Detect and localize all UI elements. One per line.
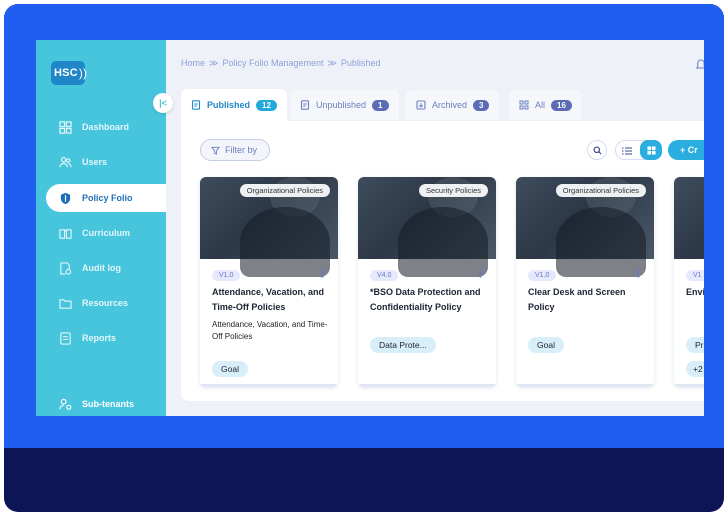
sidebar-item-users[interactable]: Users [36,148,166,176]
grid-icon [519,100,529,110]
published-doc-icon [191,100,201,110]
version-badge: V1.0 [212,270,241,281]
logo-mark: )) [78,66,88,80]
sidebar: HSC)) Dashboard Users Policy Folio Curri [36,40,166,416]
category-tag: Security Policies [418,184,488,197]
sidebar-item-label: Reports [82,333,117,343]
more-options-icon[interactable]: ⋮ [633,269,644,280]
card-description: Attendance, Vacation, and Time-Off Polic… [212,320,328,341]
tab-published[interactable]: Published 12 [181,89,287,121]
card-title: Clear Desk and Screen Policy [528,287,626,312]
sidebar-item-curriculum[interactable]: Curriculum [36,219,166,247]
book-icon [58,226,72,240]
card-divider [516,384,654,387]
more-options-icon[interactable]: ⋮ [317,269,328,280]
app-screen: HSC)) Dashboard Users Policy Folio Curri [36,40,704,416]
dashboard-icon [58,120,72,134]
list-view-icon[interactable] [621,145,633,157]
tab-label: All [535,100,546,110]
filter-button[interactable]: Filter by [200,139,270,161]
card-tag: Goal [212,361,248,377]
collapse-icon: |< [159,98,167,108]
sidebar-item-reports[interactable]: Reports [36,324,166,352]
filter-label: Filter by [225,145,258,155]
policy-panel: Filter by + Cr Organizational Policies V… [181,121,704,401]
card-title: Envi Man [686,287,704,297]
tab-count-badge: 12 [256,99,277,111]
policy-card[interactable]: Organizational Policies V1.0 ⋮ Attendanc… [200,177,338,387]
create-button[interactable]: + Cr [668,140,704,160]
breadcrumb-current: Published [340,58,381,68]
create-label: + Cr [680,145,698,155]
sidebar-item-policy-folio[interactable]: Policy Folio [46,184,166,212]
version-badge: V1.0 [528,270,557,281]
sidebar-item-label: Policy Folio [82,193,133,203]
archive-icon [416,100,426,110]
sidebar-item-label: Curriculum [82,228,131,238]
tab-count-badge: 16 [551,99,572,111]
card-tag: Goal [528,337,564,353]
policy-card[interactable]: Organizational Policies V1.0 ⋮ Clear Des… [516,177,654,387]
sidebar-item-label: Resources [82,298,129,308]
main-content: Home ≫ Policy Folio Management ≫ Published P… [166,40,704,416]
users-icon [58,155,72,169]
collapse-sidebar-button[interactable]: |< [153,93,173,113]
version-badge: V4.0 [370,270,399,281]
sidebar-item-label: Sub-tenants [82,399,135,409]
tab-label: Published [207,100,251,110]
view-toggle [615,140,662,160]
card-image [674,177,704,259]
audit-icon [58,261,72,275]
folder-icon [58,296,72,310]
search-icon [592,145,602,155]
breadcrumb: Home ≫ Policy Folio Management ≫ Published [181,58,380,69]
grid-view-button[interactable] [640,140,662,160]
breadcrumb-home[interactable]: Home [181,58,205,68]
bell-icon[interactable] [696,59,704,71]
tab-count-badge: 3 [473,99,490,111]
card-divider [200,384,338,387]
card-extra-tag: +2 [686,361,704,377]
breadcrumb-separator: ≫ [209,58,219,68]
grid-view-icon [646,145,656,155]
policy-card[interactable]: Security Policies V4.0 ⋮ *BSO Data Prote… [358,177,496,387]
sidebar-item-label: Dashboard [82,122,130,132]
card-title: Attendance, Vacation, and Time-Off Polic… [212,287,325,312]
tab-all[interactable]: All 16 [509,90,582,120]
sidebar-item-label: Users [82,157,108,167]
card-tag: Pr [686,337,704,353]
version-badge: V1 [686,270,704,281]
sidebar-item-sub-tenants[interactable]: Sub-tenants [36,390,166,416]
tab-unpublished[interactable]: Unpublished 1 [290,90,399,120]
policy-card[interactable]: V1 Envi Man Pr +2 [674,177,704,387]
category-tag: Organizational Policies [555,184,646,197]
category-tag: Organizational Policies [239,184,330,197]
sidebar-item-dashboard[interactable]: Dashboard [36,113,166,141]
unpublished-doc-icon [300,100,310,110]
sidebar-item-label: Audit log [82,263,121,273]
hsc-logo[interactable]: HSC)) [51,61,88,85]
filter-icon [211,146,220,155]
sidebar-item-resources[interactable]: Resources [36,289,166,317]
breadcrumb-separator: ≫ [327,58,337,68]
tab-archived[interactable]: Archived 3 [406,90,500,120]
card-title: *BSO Data Protection and Confidentiality… [370,287,481,312]
logo-text: HSC [54,67,78,79]
tab-count-badge: 1 [372,99,389,111]
card-tag: Data Prote... [370,337,436,353]
sub-tenants-icon [58,397,72,411]
tab-label: Unpublished [316,100,367,110]
card-divider [358,384,496,387]
card-divider [674,384,704,387]
tab-label: Archived [432,100,468,110]
shield-icon [58,191,72,205]
report-icon [58,331,72,345]
search-button[interactable] [587,140,607,160]
sidebar-item-audit-log[interactable]: Audit log [36,254,166,282]
more-options-icon[interactable]: ⋮ [475,269,486,280]
breadcrumb-section[interactable]: Policy Folio Management [222,58,323,68]
